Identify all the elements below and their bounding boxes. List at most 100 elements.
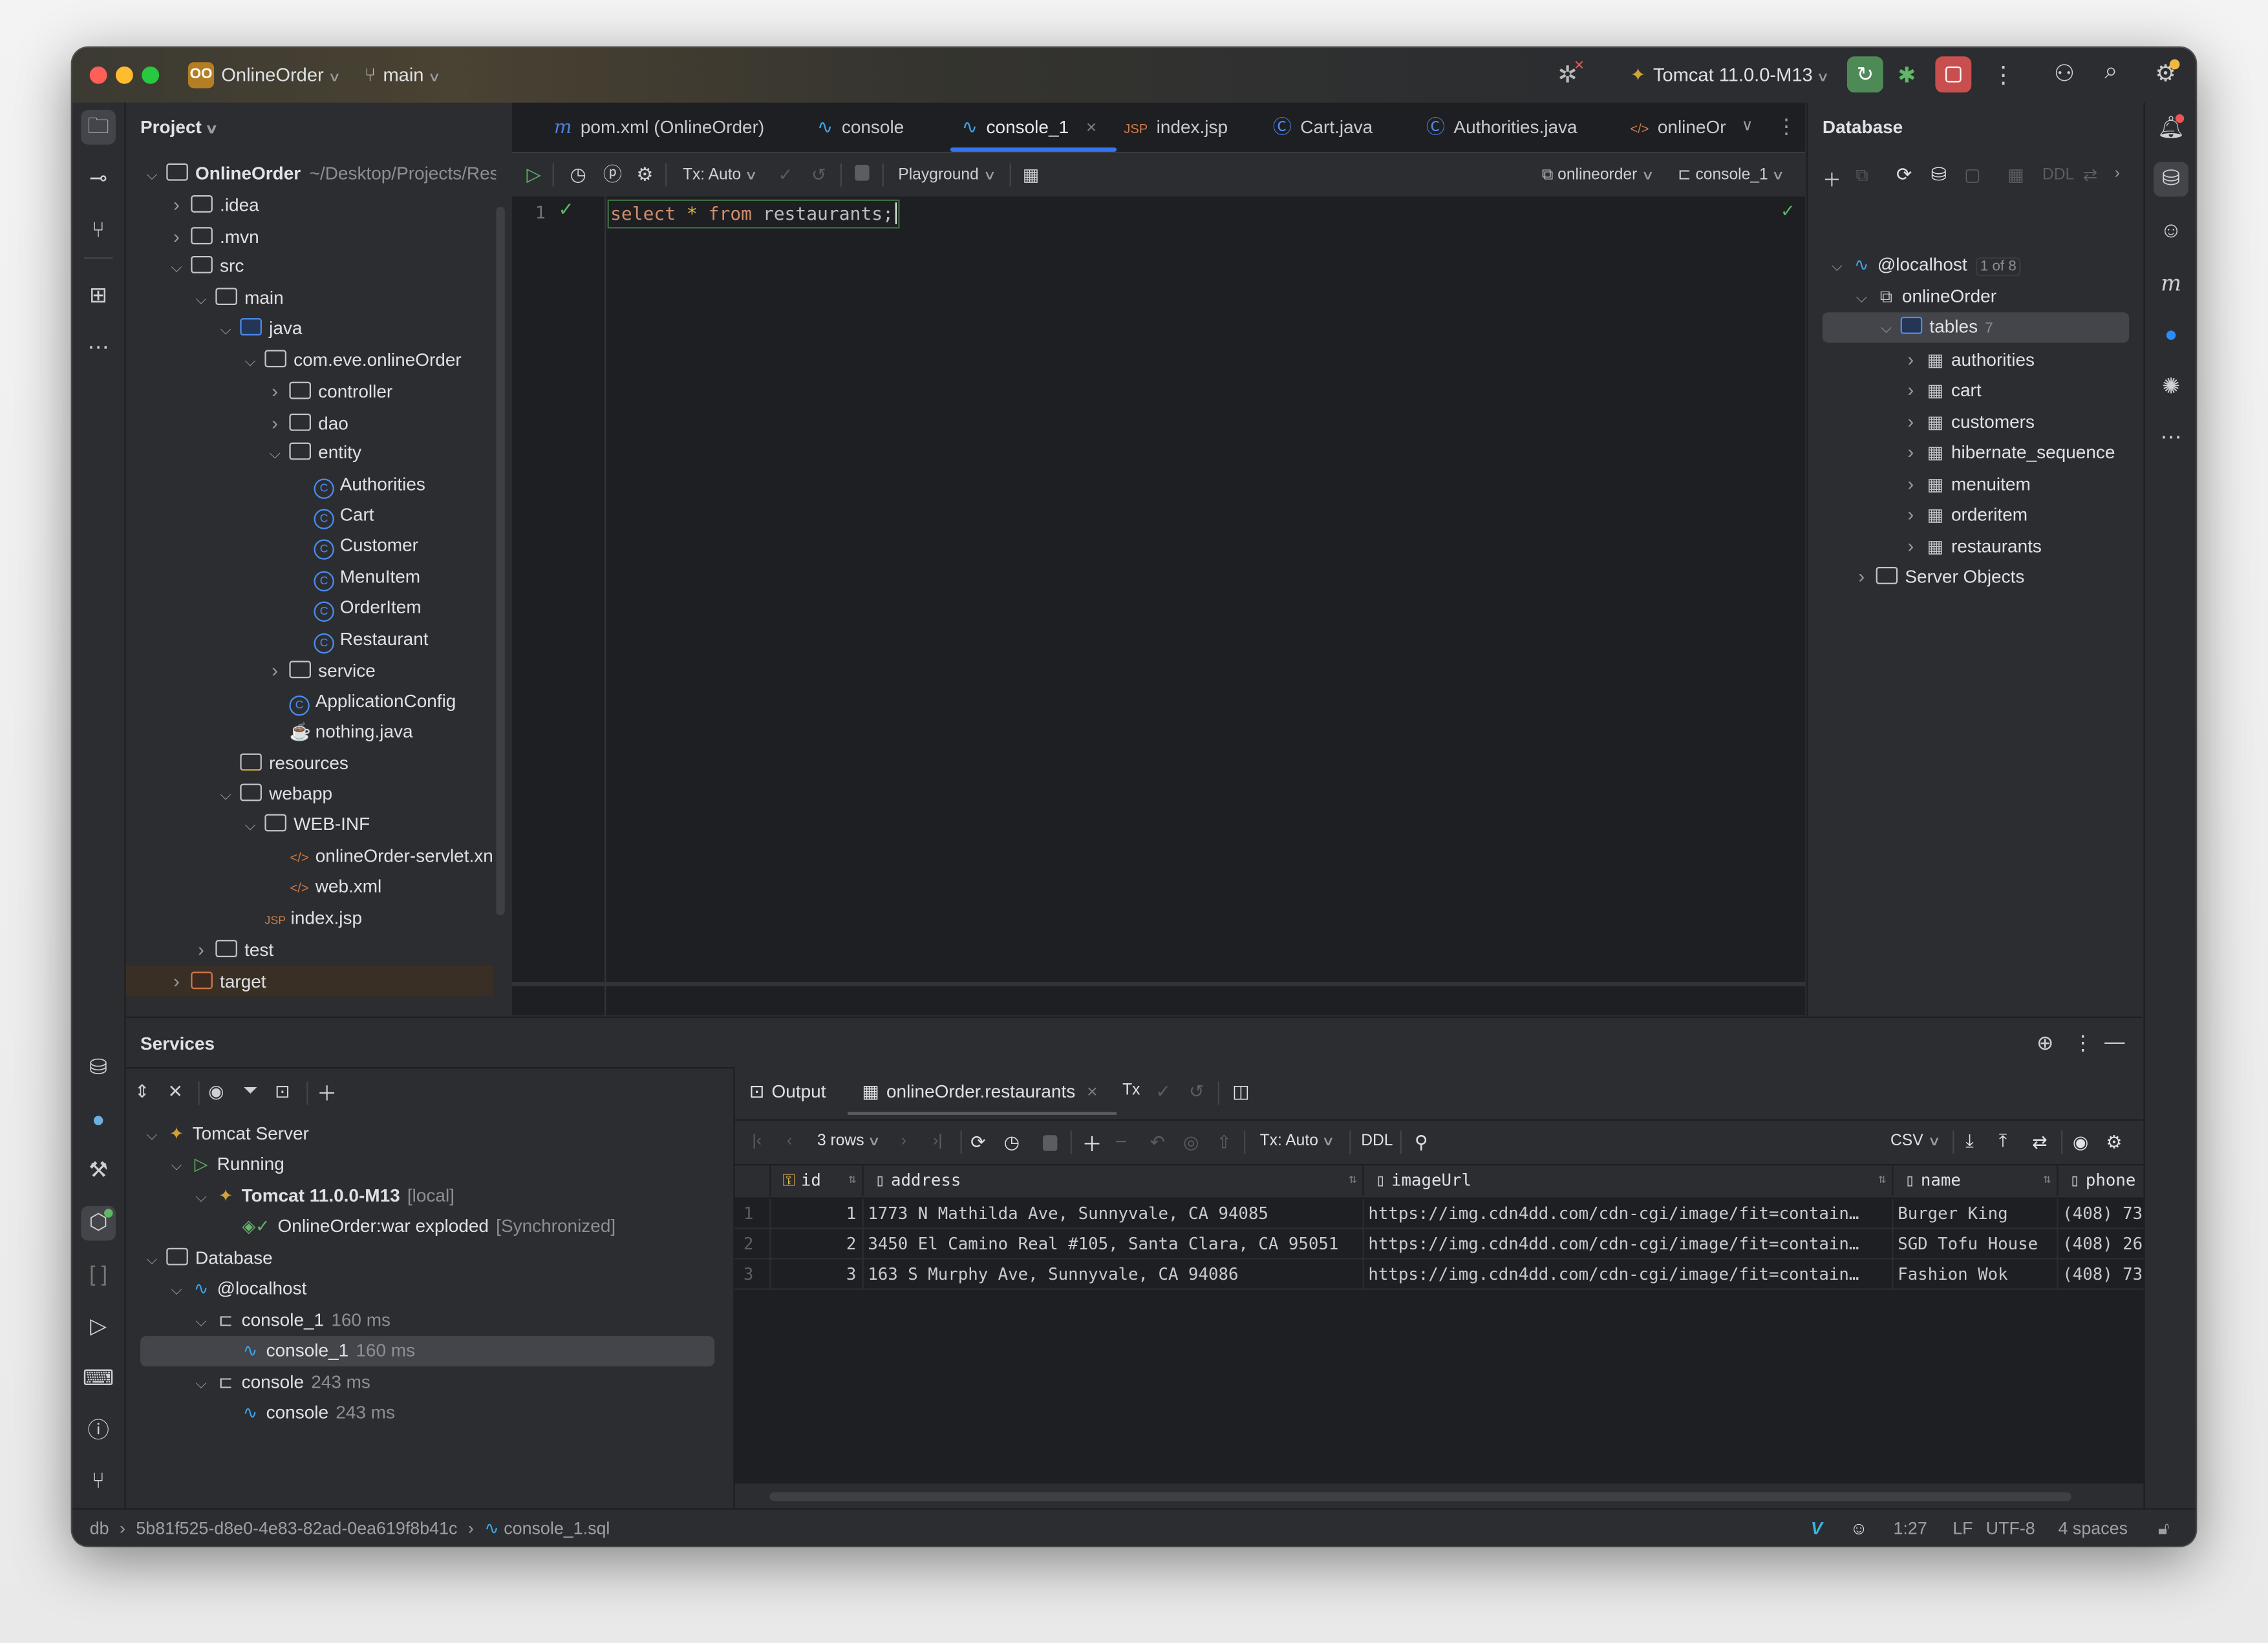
db-tree-item[interactable]: › Server Objects [1823, 561, 2129, 591]
tree-item[interactable]: C OrderItem [126, 593, 493, 624]
chevron-right-icon[interactable]: › [1853, 561, 1870, 591]
chevron-down-icon[interactable]: ⌵ [193, 1307, 210, 1337]
db-tree-item[interactable]: › ▦ hibernate_sequence [1823, 437, 2129, 467]
minimize-window-button[interactable] [115, 66, 133, 84]
tree-item[interactable]: ⌵ entity [126, 438, 493, 469]
chevron-down-icon[interactable]: ⌵ [168, 1276, 186, 1306]
cell-phone[interactable]: (408) 261 [2057, 1229, 2144, 1260]
editor-tab-console[interactable]: ∿ console [817, 103, 904, 152]
service-item[interactable]: ⌵ Database [140, 1244, 714, 1274]
history-icon[interactable]: ◷ [1004, 1130, 1020, 1152]
tree-item[interactable]: ⌵ src [126, 252, 493, 282]
sort-icon[interactable]: ⇅ [848, 1165, 856, 1196]
db-tree-item[interactable]: › ▦ authorities [1823, 343, 2129, 374]
expand-all-icon[interactable]: ⇕ [134, 1080, 149, 1101]
settings-gear-icon[interactable]: ⚙ [2155, 59, 2180, 89]
db-tree-item[interactable]: ⌵ tables 7 [1822, 312, 2130, 343]
settings-gear-icon[interactable]: ⚙ [636, 153, 653, 196]
terminal-icon[interactable]: ⌨ [81, 1362, 116, 1397]
ddl-button[interactable]: DDL [2042, 166, 2074, 184]
chevron-right-icon[interactable]: › [1902, 437, 1920, 467]
project-panel-title[interactable]: Project ∨ [140, 117, 219, 137]
service-item[interactable]: ⌵ ▷ Running [140, 1150, 714, 1181]
tree-item[interactable]: ☕ nothing.java [126, 717, 493, 748]
cell-imageUrl[interactable]: https://img.cdn4dd.com/cdn-cgi/image/fit… [1362, 1259, 1892, 1290]
db-tree-item[interactable]: › ▦ restaurants [1823, 530, 2129, 560]
editor-tab-authorities-java[interactable]: Ⓒ Authorities.java [1426, 103, 1578, 152]
chevron-down-icon[interactable]: ⌵ [193, 284, 210, 315]
cell-id[interactable]: 1 [769, 1198, 862, 1229]
delete-row-icon[interactable]: − [1115, 1129, 1127, 1152]
tree-item[interactable]: C MenuItem [126, 562, 493, 593]
view-icon[interactable]: ◉ [2073, 1130, 2088, 1152]
tree-item[interactable]: › dao [126, 407, 493, 438]
export-format-dropdown[interactable]: CSV ∨ [1890, 1132, 1940, 1150]
commit-icon[interactable]: ⊸ [81, 162, 116, 197]
cell-phone[interactable]: (408) 736 [2057, 1198, 2144, 1229]
sort-icon[interactable]: ⇅ [1878, 1165, 1886, 1196]
chevron-right-icon[interactable]: › [1902, 468, 1920, 498]
tree-item[interactable]: › controller [126, 376, 493, 407]
database-icon[interactable]: ⛁ [2154, 162, 2188, 197]
services-icon[interactable]: ⬡ [81, 1205, 116, 1241]
cell-phone[interactable]: (408) 739 [2057, 1259, 2144, 1290]
service-item[interactable]: ∿ console_1 160 ms [140, 1336, 715, 1367]
cell-name[interactable]: SGD Tofu House [1892, 1229, 2057, 1260]
locate-icon[interactable]: ⊕ [2037, 1031, 2053, 1055]
more-tools-icon[interactable]: ⋯ [81, 331, 116, 366]
service-item[interactable]: ⌵ ✦ Tomcat 11.0.0-M13 [local] [140, 1182, 714, 1212]
db-tree-item[interactable]: ⌵ ∿ @localhost 1 of 8 [1823, 250, 2129, 281]
git-icon[interactable]: ⑂ [81, 1465, 116, 1500]
execute-button[interactable]: ▷ [526, 153, 540, 196]
chevron-down-icon[interactable]: ⌵ [217, 315, 235, 346]
chevron-down-icon[interactable]: ⌵ [1853, 282, 1870, 313]
build-hammer-icon[interactable]: ⚒ [81, 1154, 116, 1189]
result-tab[interactable]: ▦ onlineOrder.restaurants × [862, 1080, 1097, 1101]
tree-item[interactable]: </> onlineOrder-servlet.xn [126, 842, 493, 872]
debug-error-icon[interactable]: ✲ ✕ [1557, 58, 1584, 90]
disconnect-icon[interactable]: ▢ [1964, 165, 1980, 185]
chevron-right-icon[interactable]: › [1902, 343, 1920, 374]
pull-request-icon[interactable]: ⑂ [81, 214, 116, 249]
file-encoding[interactable]: UTF-8 [1986, 1510, 2035, 1546]
tree-item[interactable]: ⌵ java [126, 314, 493, 344]
refresh-icon[interactable]: ⟳ [1896, 164, 1912, 187]
chevron-down-icon[interactable]: ⌵ [266, 440, 284, 470]
tree-item[interactable]: </> web.xml [126, 873, 493, 903]
datasource-settings-icon[interactable]: ⛁ [1931, 164, 1947, 187]
first-page-icon[interactable]: |‹ [752, 1132, 762, 1150]
new-tab-icon[interactable]: ⊡ [275, 1080, 290, 1101]
tree-item[interactable]: ⌵ OnlineOrder ~/Desktop/Projects/Rest [126, 159, 496, 189]
editor-hscrollbar[interactable] [511, 982, 1806, 986]
grid-tx-dropdown[interactable]: Tx: Auto ∨ [1260, 1132, 1336, 1150]
run-icon[interactable]: ▷ [81, 1310, 116, 1345]
tree-item[interactable]: › test [126, 935, 493, 965]
breadcrumb-item[interactable]: db [90, 1518, 109, 1538]
view-options-icon[interactable]: ◉ [208, 1080, 224, 1101]
cell-address[interactable]: 1773 N Mathilda Ave, Sunnyvale, CA 94085 [862, 1198, 1362, 1229]
tree-item[interactable]: ⌵ main [126, 283, 493, 313]
service-item[interactable]: ◈✓ OnlineOrder:war exploded [Synchronized] [140, 1213, 714, 1243]
sort-icon[interactable]: ⇅ [2043, 1165, 2051, 1196]
chevron-right-icon[interactable]: › [266, 407, 284, 438]
code-editor[interactable]: 1 ✓ select * from restaurants; ✓ [511, 196, 1806, 1015]
layout-icon[interactable]: ◫ [1232, 1080, 1249, 1101]
grid-hscrollbar[interactable] [769, 1492, 2071, 1501]
gopher-icon[interactable]: ● [81, 1103, 116, 1138]
rows-dropdown[interactable]: 3 rows ∨ [817, 1132, 881, 1150]
service-item[interactable]: ⌵ ⊏ console_1 160 ms [140, 1305, 714, 1335]
chevron-right-icon[interactable]: › [193, 935, 210, 965]
chevron-down-icon[interactable]: ⌵ [168, 253, 186, 284]
chevron-right-icon[interactable]: › [1902, 499, 1920, 529]
stop-icon[interactable] [1043, 1135, 1058, 1151]
vim-icon[interactable]: V [1811, 1510, 1823, 1546]
next-page-icon[interactable]: › [901, 1132, 906, 1150]
chevron-right-icon[interactable]: › [168, 966, 186, 996]
zoom-window-button[interactable] [142, 66, 160, 84]
branch-selector[interactable]: ⑂ main ∨ [365, 63, 441, 85]
chevron-right-icon[interactable]: › [168, 221, 186, 251]
add-row-icon[interactable]: ＋ [1082, 1129, 1102, 1158]
db-tree-item[interactable]: › ▦ customers [1823, 406, 2129, 436]
tree-item[interactable]: C ApplicationConfig [126, 686, 493, 717]
chevron-down-icon[interactable]: ⌵ [143, 1121, 160, 1151]
